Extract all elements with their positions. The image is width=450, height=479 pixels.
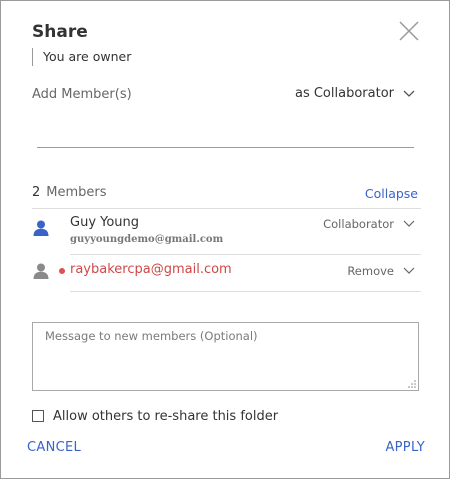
close-icon[interactable] [397, 19, 421, 43]
divider [32, 208, 421, 209]
divider [70, 291, 421, 292]
members-count: 2 Members [32, 185, 107, 200]
chevron-down-icon [403, 90, 415, 97]
member-role-value: Collaborator [323, 217, 394, 231]
member-email: guyyoungdemo@gmail.com [70, 234, 224, 245]
pending-member-action: Remove [347, 264, 394, 278]
chevron-down-icon [403, 220, 415, 227]
resize-grip-icon[interactable] [407, 379, 417, 389]
divider [70, 254, 421, 255]
pending-member-action-dropdown[interactable]: Remove [347, 264, 415, 278]
pending-member-email: raybakercpa@gmail.com [70, 262, 232, 277]
members-count-label: Members [46, 185, 107, 200]
add-member-role-dropdown[interactable]: as Collaborator [295, 86, 415, 101]
add-member-role-value: as Collaborator [294, 86, 394, 101]
members-count-number: 2 [32, 185, 41, 200]
user-pending-icon [33, 263, 49, 279]
add-member-label: Add Member(s) [32, 87, 132, 102]
collapse-link[interactable]: Collapse [365, 186, 418, 201]
message-textarea[interactable] [32, 322, 419, 391]
share-dialog: Share You are owner Add Member(s) as Col… [0, 0, 450, 479]
reshare-checkbox[interactable] [32, 410, 44, 422]
member-role-dropdown[interactable]: Collaborator [323, 217, 415, 231]
user-icon [33, 220, 49, 236]
chevron-down-icon [403, 267, 415, 274]
reshare-label[interactable]: Allow others to re-share this folder [53, 409, 278, 424]
cancel-button[interactable]: CANCEL [27, 440, 81, 455]
apply-button[interactable]: APPLY [385, 440, 425, 455]
member-name: Guy Young [70, 215, 140, 230]
add-member-input[interactable] [37, 113, 414, 148]
pending-status-dot [59, 268, 65, 274]
dialog-title: Share [32, 22, 88, 42]
owner-note: You are owner [32, 48, 131, 66]
